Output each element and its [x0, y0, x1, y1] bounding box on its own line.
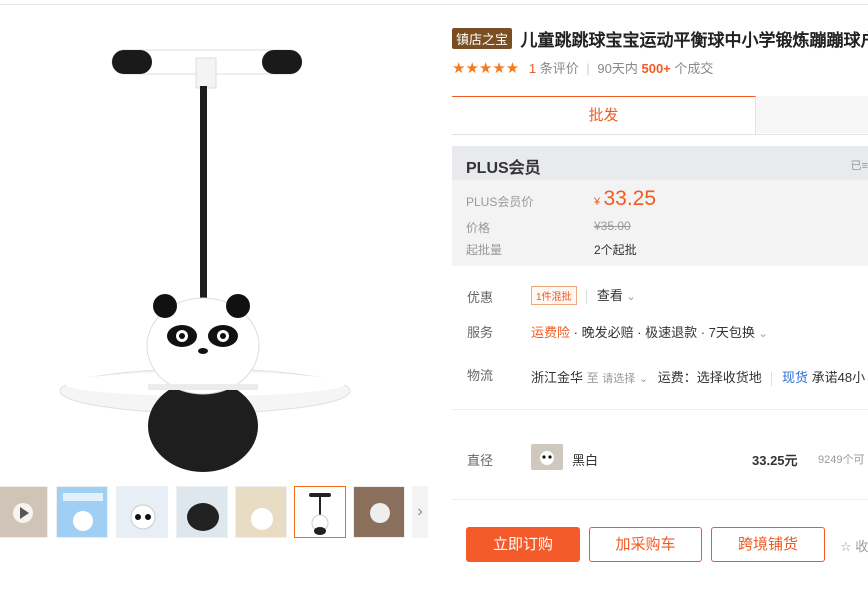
review-count-label: 条评价: [539, 61, 579, 76]
cross-border-button[interactable]: 跨境铺货: [711, 527, 825, 562]
ship-to-label: 至: [586, 371, 599, 385]
rating-row: ★★★★★ 1 条评价 | 90天内 500+ 个成交: [452, 58, 713, 77]
sku-dimension-label: 直径: [467, 453, 494, 468]
sales-count-label: 个成交: [674, 61, 714, 76]
plus-price-label: PLUS会员价: [466, 195, 534, 209]
ship-from: 浙江金华: [531, 370, 584, 385]
shipping-fee: 运费：选择收货地: [657, 370, 762, 385]
title-row: 镇店之宝 儿童跳跳球宝宝运动平衡球中小学锻炼蹦蹦球户: [452, 26, 868, 50]
order-now-button[interactable]: 立即订购: [466, 527, 580, 562]
top-divider: [0, 4, 868, 5]
star-icon: ☆: [840, 539, 852, 554]
review-count[interactable]: 1: [529, 61, 536, 76]
divider: [452, 499, 868, 500]
shop-badge: 镇店之宝: [452, 28, 513, 49]
sales-period: 90天内: [597, 61, 638, 76]
rating-stars-icon: ★★★★★: [452, 60, 520, 77]
logistics-value: 浙江金华 至 请选择 ⌄ 运费：选择收货地 现货 承诺48小: [531, 367, 865, 386]
chevron-down-icon[interactable]: ⌄: [626, 291, 635, 303]
promo-tag: 1件混批: [531, 286, 577, 305]
thumbnail-2[interactable]: [116, 486, 168, 538]
sku-row: 直径 黑白 33.25元 9249个可: [452, 440, 868, 476]
thumbnail-6[interactable]: [353, 486, 405, 538]
logistics-label: 物流: [467, 368, 494, 383]
address-chevron-down-icon[interactable]: ⌄: [639, 373, 648, 385]
sku-thumbnail[interactable]: [531, 444, 563, 470]
thumbnail-5[interactable]: [294, 486, 346, 538]
promo-value: 1件混批 查看 ⌄: [531, 285, 636, 305]
sku-price: 33.25元: [752, 453, 798, 468]
service-value: 运费险 · 晚发必赔 · 极速退款 · 7天包换 ⌄: [531, 322, 768, 341]
thumbnail-1[interactable]: [56, 486, 108, 538]
delivery-promise: 承诺48小: [811, 370, 866, 385]
plus-header-right: 已≡: [850, 160, 868, 172]
thumbnail-video[interactable]: [0, 486, 48, 538]
in-stock: 现货: [782, 370, 809, 385]
rating-separator: |: [586, 61, 590, 76]
favorite-button[interactable]: ☆ 收: [840, 536, 868, 555]
divider: [452, 409, 868, 410]
service-label: 服务: [467, 325, 494, 340]
thumbnail-4[interactable]: [235, 486, 287, 538]
service-list: · 晚发必赔 · 极速退款 · 7天包换: [573, 325, 755, 340]
main-product-image[interactable]: [0, 8, 420, 478]
add-to-cart-button[interactable]: 加采购车: [589, 527, 702, 562]
price-label: 价格: [466, 221, 491, 235]
divider: [586, 289, 588, 304]
original-price: ¥35.00: [594, 219, 631, 233]
service-chevron-down-icon[interactable]: ⌄: [759, 328, 768, 340]
address-select[interactable]: 请选择: [602, 373, 635, 385]
promo-view-link[interactable]: 查看: [597, 288, 623, 303]
product-title: 儿童跳跳球宝宝运动平衡球中小学锻炼蹦蹦球户: [520, 31, 868, 50]
thumbnail-3[interactable]: [176, 486, 228, 538]
thumbnail-next-arrow-icon[interactable]: ›: [412, 486, 428, 538]
shipping-insurance[interactable]: 运费险: [531, 325, 570, 340]
sales-count: 500+: [641, 61, 671, 76]
promo-label: 优惠: [467, 290, 494, 305]
sku-stock: 9249个可: [818, 454, 865, 466]
sku-name[interactable]: 黑白: [572, 450, 598, 469]
tab-wholesale[interactable]: 批发: [452, 96, 756, 134]
min-quantity-label: 起批量: [466, 243, 503, 257]
price-box: PLUS会员 已≡ PLUS会员价 ¥ 33.25 价格 ¥35.00 起批量 …: [452, 146, 868, 266]
purchase-tabs: 批发: [452, 96, 868, 135]
plus-member-label: PLUS会员: [466, 160, 541, 177]
plus-header: PLUS会员 已≡: [452, 146, 868, 180]
favorite-label: 收: [855, 539, 868, 554]
tab-empty: [756, 96, 868, 133]
plus-price-value: 33.25: [603, 187, 657, 210]
currency-symbol: ¥: [594, 196, 601, 208]
divider: [771, 371, 773, 386]
min-quantity-value: 2个起批: [594, 243, 637, 257]
thumbnail-strip: ›: [0, 486, 430, 540]
plus-price: ¥ 33.25: [594, 187, 656, 211]
